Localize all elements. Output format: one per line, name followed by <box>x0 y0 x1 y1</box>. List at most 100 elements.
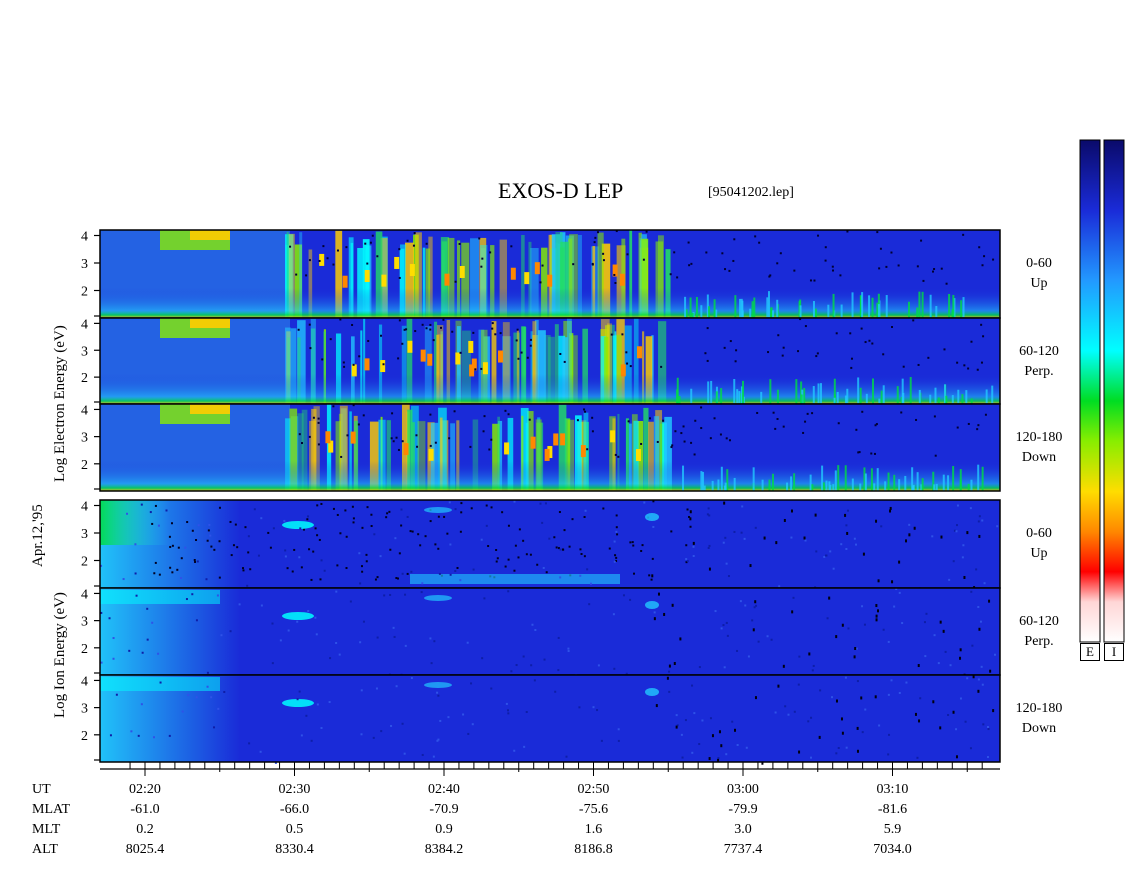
noise <box>206 671 209 674</box>
noise <box>533 679 536 682</box>
noise <box>447 716 450 719</box>
ut-value: 02:20 <box>129 782 161 797</box>
hot-spot <box>610 430 616 443</box>
spike <box>962 297 965 318</box>
noise <box>969 507 972 510</box>
noise <box>557 636 560 639</box>
spike <box>749 308 752 318</box>
speckle <box>811 412 814 415</box>
spike <box>967 483 970 491</box>
noise <box>766 635 769 638</box>
noise <box>430 662 433 665</box>
noise <box>126 512 129 515</box>
speckle <box>429 328 432 331</box>
speckle <box>875 618 878 622</box>
speckle <box>400 524 403 527</box>
speckle <box>732 259 735 262</box>
noise <box>823 555 826 558</box>
spike <box>771 473 774 491</box>
noise <box>675 714 678 717</box>
y-tick-label: 4 <box>81 230 88 245</box>
spike <box>929 294 932 318</box>
noise <box>436 739 439 742</box>
speckle <box>615 526 618 529</box>
speckle <box>171 544 174 547</box>
noise <box>888 733 891 736</box>
spike <box>882 385 885 404</box>
noise <box>216 594 219 597</box>
ut-value: 02:50 <box>577 782 610 797</box>
speckle <box>403 328 406 331</box>
speckle <box>300 566 303 569</box>
noise <box>643 501 646 504</box>
noise <box>615 530 618 533</box>
speckle <box>218 506 221 509</box>
ion-panel-0-60: 2 3 4 <box>81 499 1001 590</box>
y-tick-label: 2 <box>81 458 88 473</box>
direction-label: Down <box>1021 450 1057 465</box>
noise <box>438 572 441 575</box>
noise <box>793 710 796 713</box>
spike <box>861 292 864 318</box>
spike <box>865 393 868 404</box>
speckle <box>956 426 959 429</box>
spike <box>738 391 741 404</box>
hot-spot <box>350 431 356 444</box>
speckle <box>835 635 838 639</box>
speckle <box>817 234 820 237</box>
speckle <box>721 252 724 255</box>
noise <box>966 677 969 680</box>
speckle <box>837 422 840 425</box>
speckle <box>424 535 427 538</box>
speckle <box>485 504 488 507</box>
speckle <box>992 709 995 713</box>
speckle <box>932 700 935 704</box>
spike <box>840 304 843 318</box>
speckle <box>641 544 644 547</box>
electron-panel-120-180: 2 3 4 <box>81 403 1001 492</box>
speckle <box>488 448 491 451</box>
noise <box>980 665 983 668</box>
spike <box>812 301 815 318</box>
hot-spot <box>428 448 434 461</box>
speckle <box>809 279 812 282</box>
noise <box>969 747 972 750</box>
speckle <box>232 544 235 547</box>
speckle <box>312 416 315 419</box>
noise <box>180 576 183 579</box>
noise <box>745 746 748 749</box>
speckle <box>767 351 770 354</box>
speckle <box>305 274 308 277</box>
noise <box>949 664 952 667</box>
noise <box>213 726 216 729</box>
noise <box>394 537 397 540</box>
speckle <box>391 412 394 415</box>
speckle <box>470 507 473 510</box>
speckle <box>657 592 660 596</box>
noise <box>403 752 406 755</box>
noise <box>810 756 813 759</box>
speckle <box>754 600 757 604</box>
alt-value: 8384.2 <box>424 842 464 857</box>
noise <box>506 709 509 712</box>
speckle <box>862 552 865 556</box>
speckle <box>513 569 516 572</box>
noise <box>811 669 814 672</box>
y-tick-label: 4 <box>81 674 88 689</box>
noise <box>359 641 362 644</box>
spike <box>870 468 873 491</box>
noise <box>685 558 688 561</box>
ion-feature <box>645 688 659 696</box>
spike <box>859 387 862 404</box>
speckle <box>451 330 454 333</box>
speckle <box>193 559 196 562</box>
noise <box>507 590 510 593</box>
mlat-value: -75.6 <box>578 802 609 817</box>
speckle <box>625 351 628 354</box>
spike <box>965 390 968 404</box>
noise <box>165 509 168 512</box>
speckle <box>653 617 656 621</box>
speckle <box>358 355 361 358</box>
speckle <box>656 440 659 443</box>
speckle <box>360 565 363 568</box>
